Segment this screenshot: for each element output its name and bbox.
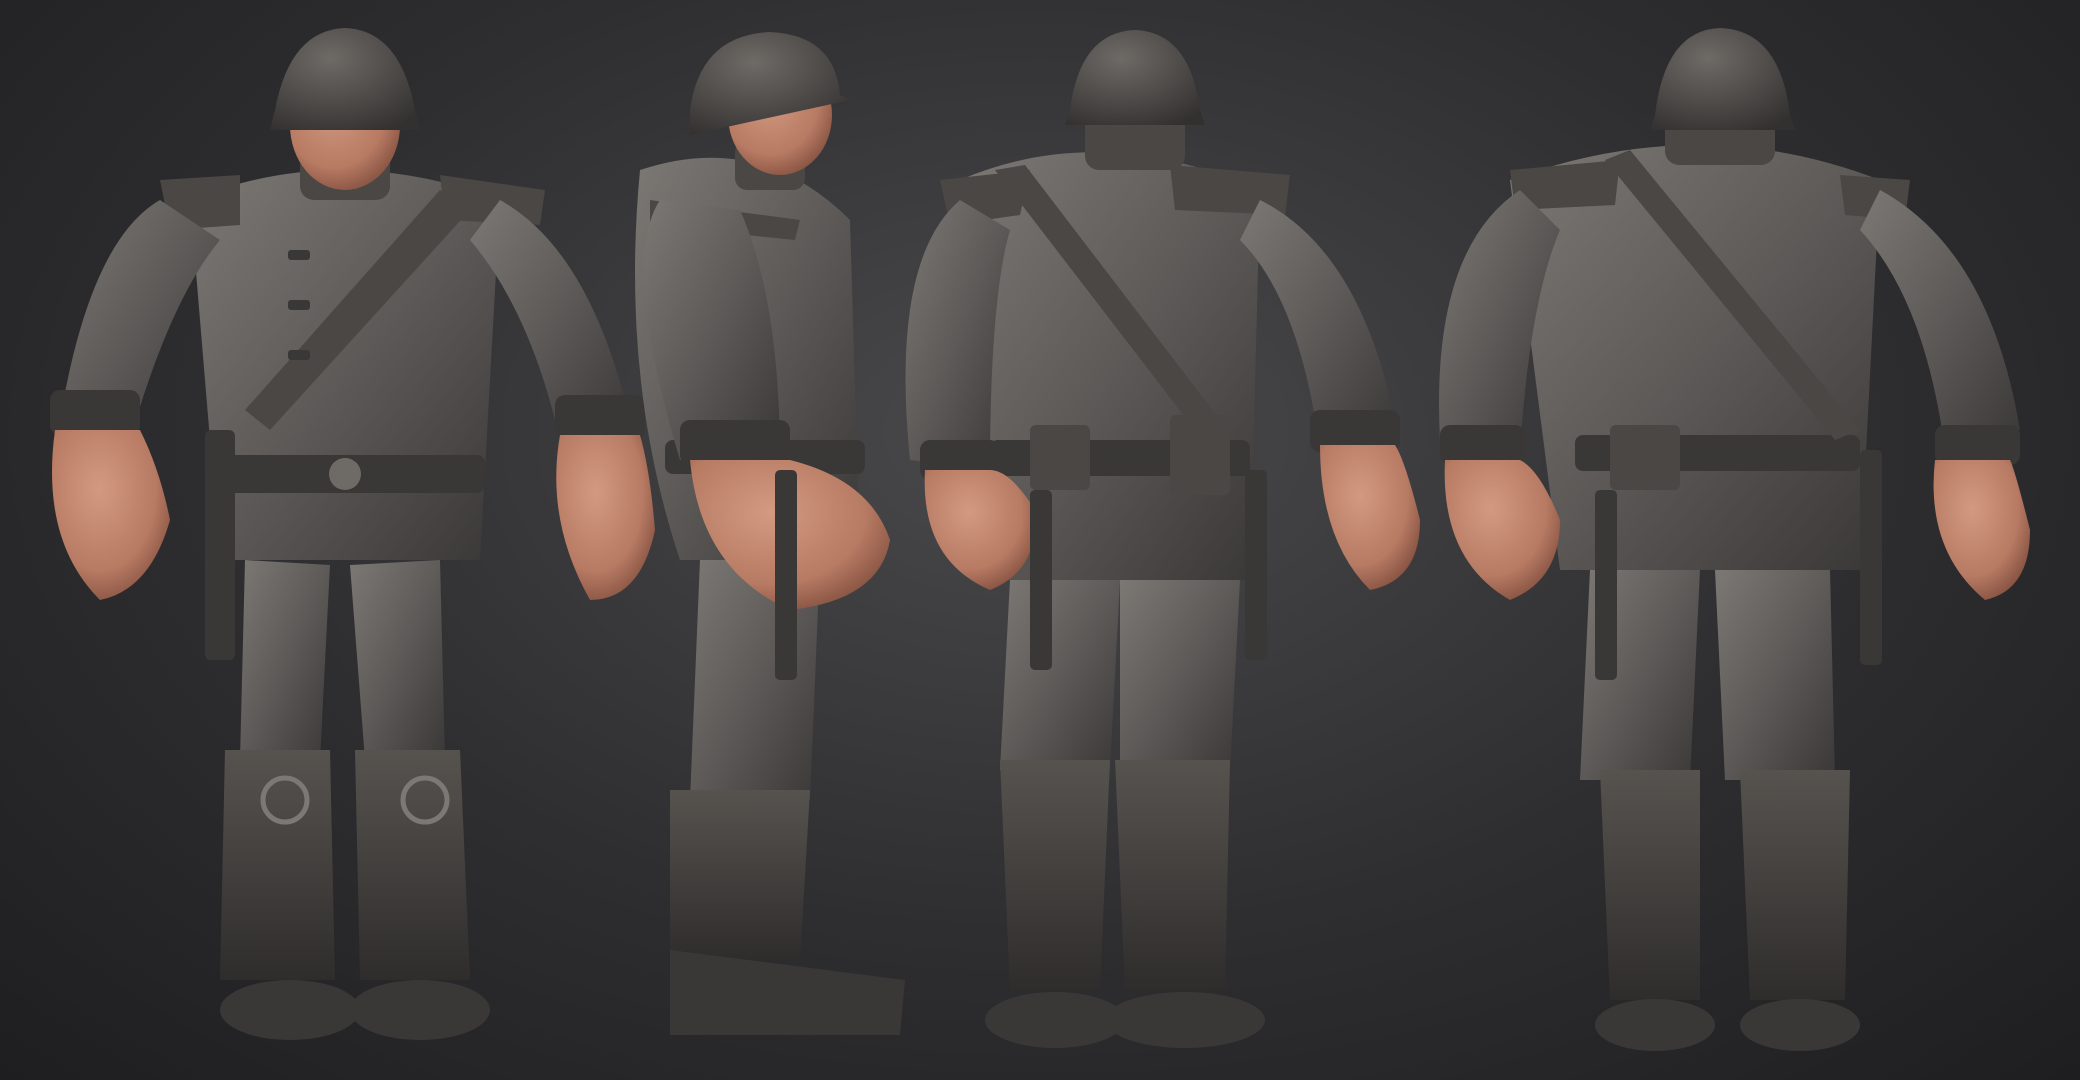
front-view-figure [50, 28, 655, 1040]
turnaround-sheet [0, 0, 2080, 1080]
back-view-figure [1439, 28, 2030, 1051]
side-view-figure [635, 32, 905, 1035]
back-three-quarter-view-figure [905, 30, 1420, 1048]
character-turnaround-canvas [50, 28, 2030, 1051]
